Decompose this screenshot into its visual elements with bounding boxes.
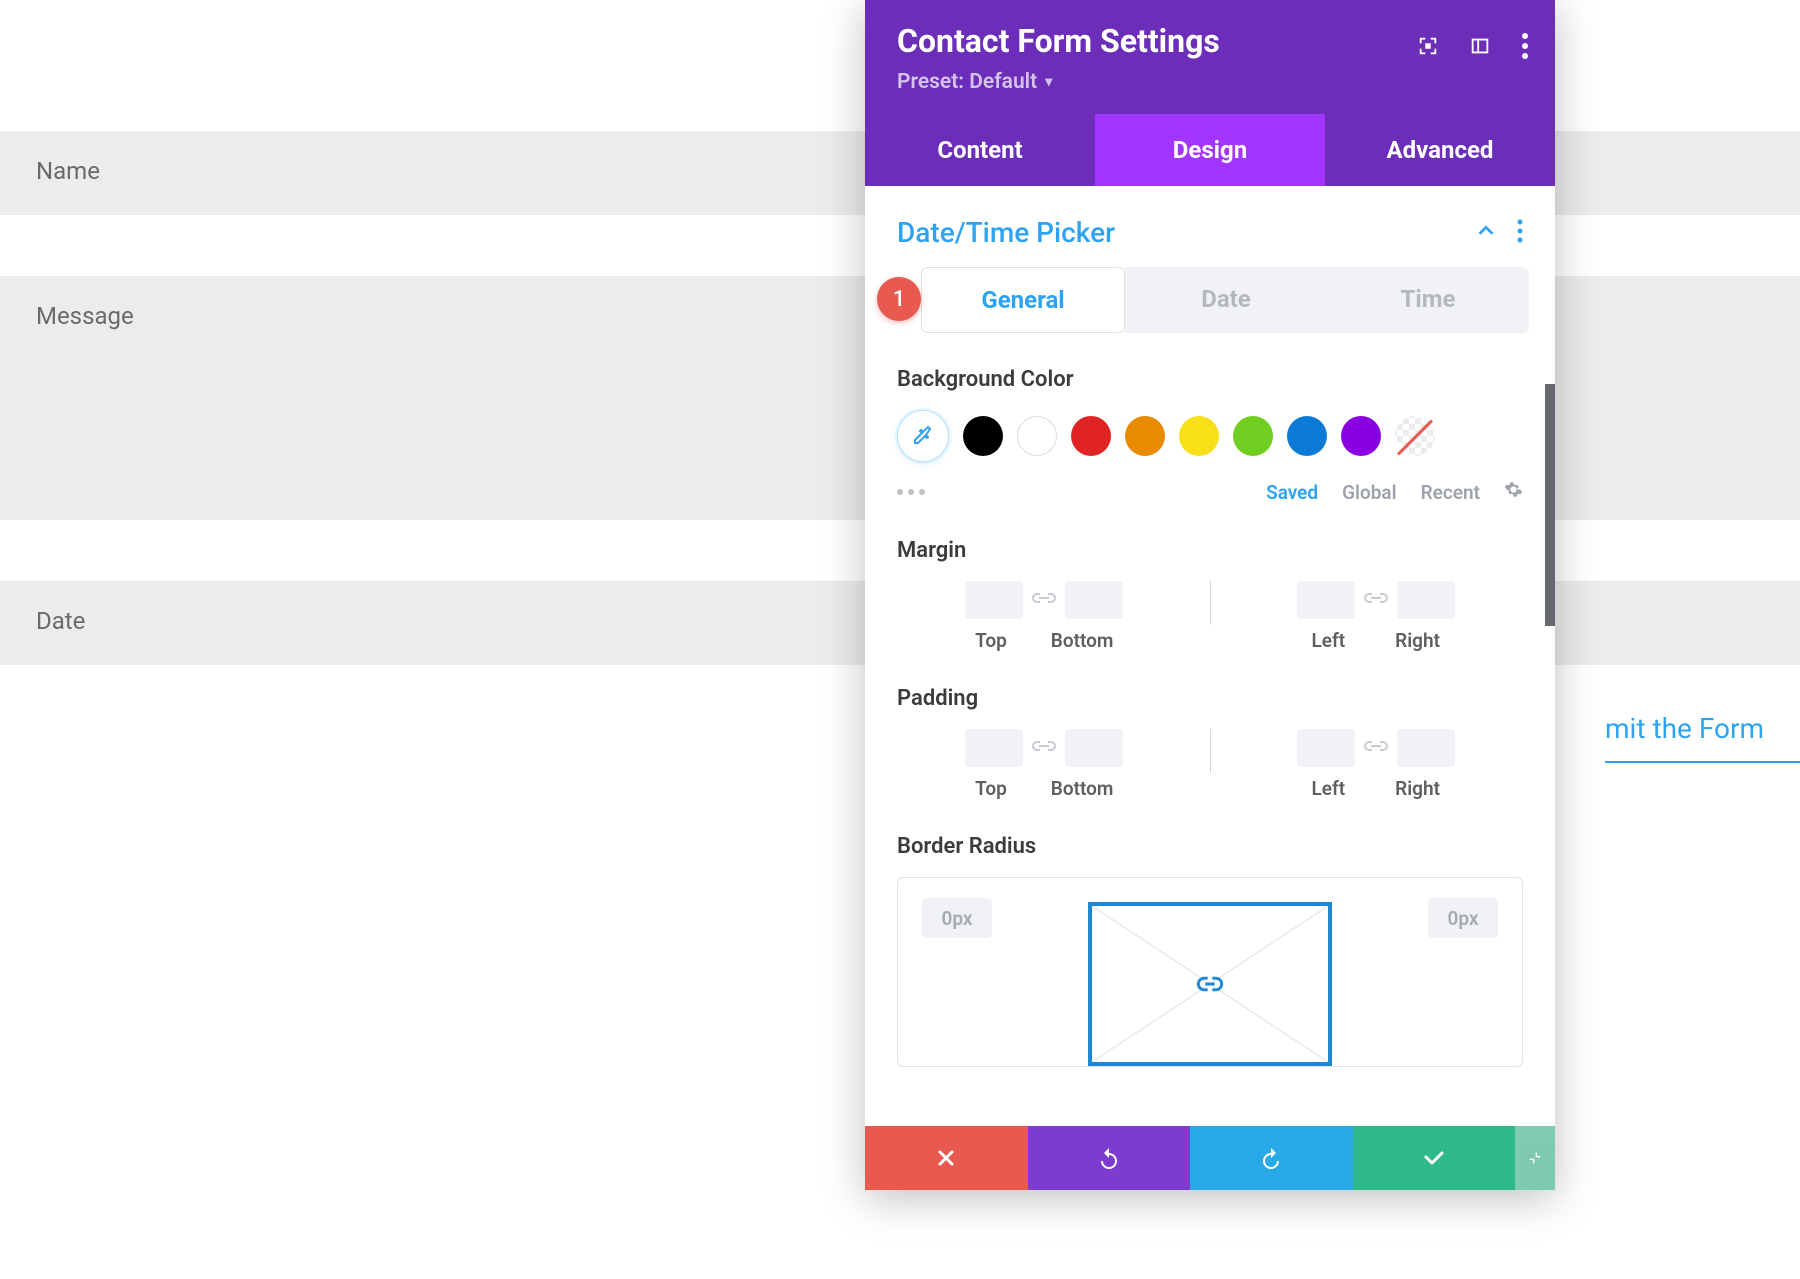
link-icon[interactable] (1031, 737, 1057, 759)
divider (1210, 729, 1211, 773)
submit-button[interactable]: mit the Form (1605, 712, 1800, 763)
redo-button[interactable] (1190, 1126, 1353, 1190)
palette-global[interactable]: Global (1342, 481, 1396, 504)
radius-top-right-input[interactable]: 0px (1428, 898, 1498, 938)
padding-label: Padding (897, 686, 1523, 711)
undo-button[interactable] (1028, 1126, 1191, 1190)
bg-color-label: Background Color (897, 367, 1523, 392)
panel-body: Date/Time Picker 1 General Date Time Bac… (865, 186, 1555, 1126)
padding-right-input[interactable] (1397, 729, 1455, 767)
preset-label: Preset: Default (897, 70, 1037, 94)
link-icon[interactable] (1031, 589, 1057, 611)
margin-left-label: Left (1312, 629, 1346, 652)
subtab-general[interactable]: General (921, 267, 1125, 333)
margin-left-input[interactable] (1297, 581, 1355, 619)
tab-advanced[interactable]: Advanced (1325, 114, 1555, 186)
section-menu-icon[interactable] (1517, 219, 1523, 247)
focus-icon[interactable] (1417, 35, 1439, 61)
margin-top-input[interactable] (965, 581, 1023, 619)
scrollbar[interactable] (1545, 384, 1555, 626)
subtab-date[interactable]: Date (1125, 267, 1327, 333)
padding-top-label: Top (975, 777, 1007, 800)
preset-selector[interactable]: Preset: Default ▾ (897, 70, 1052, 94)
margin-bottom-input[interactable] (1065, 581, 1123, 619)
margin-right-label: Right (1395, 629, 1440, 652)
save-button[interactable] (1353, 1126, 1516, 1190)
settings-panel: Contact Form Settings Preset: Default ▾ … (865, 0, 1555, 1190)
padding-left-label: Left (1312, 777, 1346, 800)
tab-content[interactable]: Content (865, 114, 1095, 186)
swatch-none[interactable] (1395, 416, 1435, 456)
menu-icon[interactable] (1521, 32, 1529, 64)
swatch-purple[interactable] (1341, 416, 1381, 456)
swatch-yellow[interactable] (1179, 416, 1219, 456)
palette-saved[interactable]: Saved (1266, 481, 1318, 504)
cancel-button[interactable] (865, 1126, 1028, 1190)
swatch-blue[interactable] (1287, 416, 1327, 456)
padding-left-input[interactable] (1297, 729, 1355, 767)
swatch-black[interactable] (963, 416, 1003, 456)
radius-preview[interactable] (1088, 902, 1332, 1066)
color-swatches (897, 410, 1523, 462)
section-title[interactable]: Date/Time Picker (897, 216, 1115, 249)
padding-bottom-label: Bottom (1051, 777, 1114, 800)
margin-bottom-label: Bottom (1051, 629, 1114, 652)
chevron-up-icon[interactable] (1475, 220, 1497, 246)
more-colors-icon[interactable] (897, 489, 925, 495)
subtab-time[interactable]: Time (1327, 267, 1529, 333)
swatch-orange[interactable] (1125, 416, 1165, 456)
step-badge: 1 (877, 277, 921, 321)
margin-top-label: Top (975, 629, 1007, 652)
radius-top-left-input[interactable]: 0px (922, 898, 992, 938)
border-radius-label: Border Radius (897, 834, 1523, 859)
padding-right-label: Right (1395, 777, 1440, 800)
tab-design[interactable]: Design (1095, 114, 1325, 186)
swatch-red[interactable] (1071, 416, 1111, 456)
margin-label: Margin (897, 538, 1523, 563)
padding-top-input[interactable] (965, 729, 1023, 767)
swatch-white[interactable] (1017, 416, 1057, 456)
eyedropper-icon[interactable] (897, 410, 949, 462)
action-bar (865, 1126, 1555, 1190)
border-radius-control: 0px 0px (897, 877, 1523, 1067)
padding-bottom-input[interactable] (1065, 729, 1123, 767)
palette-recent[interactable]: Recent (1421, 481, 1480, 504)
chevron-down-icon: ▾ (1045, 74, 1052, 90)
margin-right-input[interactable] (1397, 581, 1455, 619)
expand-button[interactable] (1515, 1126, 1555, 1190)
main-tabs: Content Design Advanced (865, 114, 1555, 186)
panel-header: Contact Form Settings Preset: Default ▾ (865, 0, 1555, 114)
link-icon[interactable] (1363, 589, 1389, 611)
swatch-green[interactable] (1233, 416, 1273, 456)
columns-icon[interactable] (1469, 35, 1491, 61)
divider (1210, 581, 1211, 625)
gear-icon[interactable] (1504, 480, 1523, 504)
link-icon[interactable] (1363, 737, 1389, 759)
